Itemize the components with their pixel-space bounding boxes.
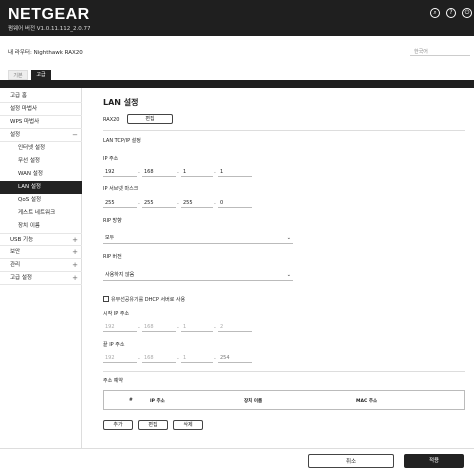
chevron-down-icon: ⌄ <box>286 235 291 241</box>
collapse-icon[interactable]: − <box>72 129 78 142</box>
add-button[interactable]: 추가 <box>103 420 133 430</box>
search-icon[interactable]: ⌕ <box>430 8 440 18</box>
footer-bar: 취소 적용 <box>0 448 474 472</box>
router-info-bar: 내 라우터: Nighthawk RAX20 한국어 <box>0 36 474 66</box>
address-reservation-heading: 주소 예약 <box>103 378 123 384</box>
col-header-ip: IP 주소 <box>150 399 165 404</box>
start-ip-octet-1[interactable]: 192 <box>103 323 137 332</box>
col-header-number: # <box>129 398 133 403</box>
expand-icon[interactable]: + <box>72 246 78 259</box>
subnet-octet-1[interactable]: 255 <box>103 199 137 208</box>
rip-version-select[interactable]: 사용하지 않음 ⌄ <box>103 269 293 281</box>
mode-tabs: 기본 고급 <box>0 66 474 80</box>
reservation-table: # IP 주소 장치 이름 MAC 주소 <box>103 390 465 410</box>
end-ip-octet-3[interactable]: 1 <box>181 354 213 363</box>
ip-octet-4[interactable]: 1 <box>218 168 252 177</box>
language-select[interactable]: 한국어 <box>410 46 470 56</box>
sidebar-item-setup-wizard[interactable]: 설정 마법사 <box>0 103 82 116</box>
sidebar-item-device-name[interactable]: 장치 이름 <box>0 220 82 233</box>
firmware-version: 펌웨어 버전 V1.0.11.112_2.0.77 <box>8 26 91 32</box>
ip-address-label: IP 주소 <box>103 156 119 162</box>
rip-direction-label: RIP 방향 <box>103 218 122 224</box>
dhcp-server-label: 유무선공유기를 DHCP 서버로 사용 <box>111 297 186 303</box>
subnet-label: IP 서브넷 마스크 <box>103 186 139 192</box>
rip-direction-select[interactable]: 모두 ⌄ <box>103 232 293 244</box>
tab-underline-bar <box>0 80 474 88</box>
end-ip-label: 끝 IP 주소 <box>103 342 125 348</box>
sidebar-item-security[interactable]: 보안 + <box>0 246 82 259</box>
col-header-mac: MAC 주소 <box>356 399 378 404</box>
divider <box>103 130 465 131</box>
apply-button[interactable]: 적용 <box>404 454 464 468</box>
page-title: LAN 설정 <box>103 98 139 107</box>
sidebar-item-lan-setup[interactable]: LAN 설정 <box>0 181 82 194</box>
sidebar-item-qos-setup[interactable]: QoS 설정 <box>0 194 82 207</box>
sidebar-item-wps-wizard[interactable]: WPS 마법사 <box>0 116 82 129</box>
router-name: 내 라우터: Nighthawk RAX20 <box>8 50 83 56</box>
start-ip-octet-4[interactable]: 2 <box>218 323 252 332</box>
end-ip-octet-1[interactable]: 192 <box>103 354 137 363</box>
chevron-down-icon: ⌄ <box>286 272 291 278</box>
col-header-device-name: 장치 이름 <box>244 399 263 404</box>
start-ip-octet-3[interactable]: 1 <box>181 323 213 332</box>
sidebar: 고급 홈 설정 마법사 WPS 마법사 설정 − 인터넷 설정 무선 설정 WAN… <box>0 88 82 472</box>
delete-button[interactable]: 삭제 <box>173 420 203 430</box>
start-ip-octet-2[interactable]: 168 <box>142 323 176 332</box>
sidebar-item-wireless-setup[interactable]: 무선 설정 <box>0 155 82 168</box>
sidebar-item-usb[interactable]: USB 기능 + <box>0 233 82 246</box>
subnet-octet-4[interactable]: 0 <box>218 199 252 208</box>
device-label: RAX20 <box>103 117 120 123</box>
tab-advanced[interactable]: 고급 <box>31 70 51 80</box>
expand-icon[interactable]: + <box>72 259 78 272</box>
tab-basic[interactable]: 기본 <box>8 70 28 80</box>
start-ip-label: 시작 IP 주소 <box>103 311 130 317</box>
dhcp-server-checkbox[interactable] <box>103 296 109 302</box>
edit-button[interactable]: 편집 <box>138 420 168 430</box>
sidebar-item-internet-setup[interactable]: 인터넷 설정 <box>0 142 82 155</box>
edit-device-button[interactable]: 편집 <box>127 114 173 124</box>
sidebar-item-guest-network[interactable]: 게스트 네트워크 <box>0 207 82 220</box>
rip-version-label: RIP 버전 <box>103 254 122 260</box>
lan-tcpip-heading: LAN TCP/IP 설정 <box>103 138 141 144</box>
sidebar-item-wan-setup[interactable]: WAN 설정 <box>0 168 82 181</box>
ip-octet-1[interactable]: 192 <box>103 168 137 177</box>
sidebar-item-advanced-setup[interactable]: 고급 설정 + <box>0 272 82 285</box>
sidebar-item-admin[interactable]: 관리 + <box>0 259 82 272</box>
help-icon[interactable]: ? <box>446 8 456 18</box>
logout-icon[interactable]: ⏻ <box>462 8 472 18</box>
main-content: LAN 설정 RAX20 편집 LAN TCP/IP 설정 IP 주소 192 … <box>82 88 474 472</box>
sidebar-item-advanced-home[interactable]: 고급 홈 <box>0 90 82 103</box>
cancel-button[interactable]: 취소 <box>308 454 394 468</box>
expand-icon[interactable]: + <box>72 272 78 285</box>
end-ip-octet-2[interactable]: 168 <box>142 354 176 363</box>
subnet-octet-3[interactable]: 255 <box>181 199 213 208</box>
ip-octet-3[interactable]: 1 <box>181 168 213 177</box>
netgear-logo: NETGEAR <box>8 6 90 23</box>
sidebar-item-setup[interactable]: 설정 − <box>0 129 82 142</box>
divider <box>103 371 465 372</box>
subnet-octet-2[interactable]: 255 <box>142 199 176 208</box>
ip-octet-2[interactable]: 168 <box>142 168 176 177</box>
top-header: NETGEAR 펌웨어 버전 V1.0.11.112_2.0.77 ⌕ ? ⏻ <box>0 0 474 36</box>
end-ip-octet-4[interactable]: 254 <box>218 354 252 363</box>
